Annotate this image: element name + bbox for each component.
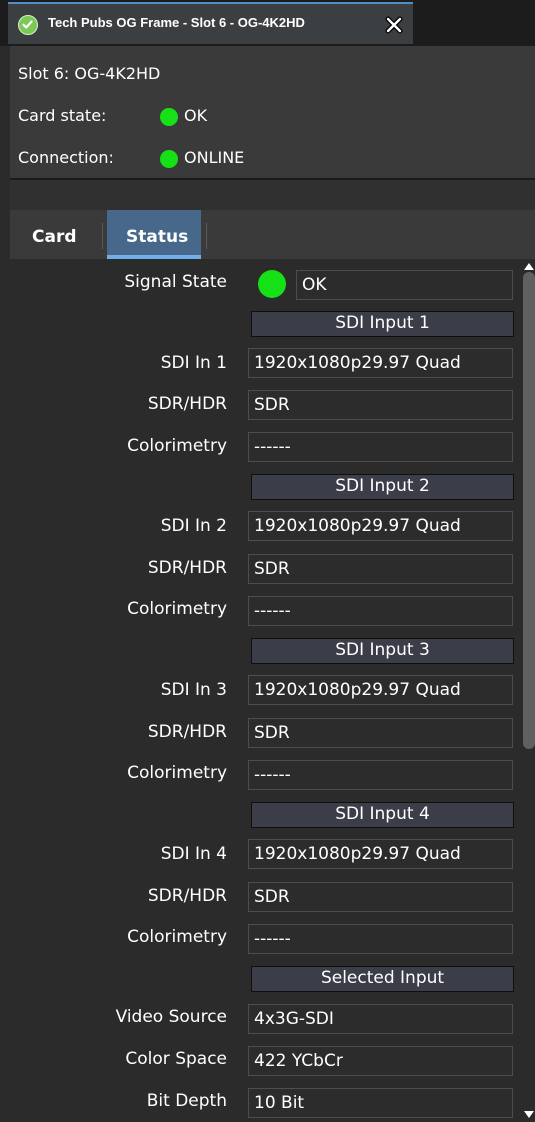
tab-status[interactable]: Status [107, 210, 201, 259]
section-header-sdi-input-2: SDI Input 2 [251, 474, 514, 500]
colorimetry-4-label: Colorimetry [127, 927, 227, 947]
sdi-in-1-label: SDI In 1 [160, 353, 227, 373]
sdr-hdr-2-field: SDR [248, 554, 513, 584]
document-tab-strip: Tech Pubs OG Frame - Slot 6 - OG-4K2HD [0, 0, 535, 46]
colorimetry-1-field: ------ [248, 432, 513, 462]
close-x-icon[interactable] [384, 15, 404, 35]
sdi-in-4-label: SDI In 4 [160, 844, 227, 864]
sdr-hdr-1-field: SDR [248, 390, 513, 420]
sdi-in-3-label: SDI In 3 [160, 680, 227, 700]
scroll-down-arrow-icon[interactable] [524, 1111, 534, 1118]
sdi-in-1-field: 1920x1080p29.97 Quad [248, 348, 513, 378]
card-state-indicator [160, 108, 178, 126]
colorimetry-2-label: Colorimetry [127, 599, 227, 619]
tab-title: Tech Pubs OG Frame - Slot 6 - OG-4K2HD [48, 15, 305, 30]
scroll-track[interactable] [523, 272, 535, 1109]
connection-label: Connection: [18, 148, 114, 167]
scroll-thumb[interactable] [523, 272, 535, 749]
card-info-panel: Slot 6: OG-4K2HD Card state: OK Connecti… [10, 46, 535, 180]
bit-depth-label: Bit Depth [146, 1091, 227, 1111]
bit-depth-field: 10 Bit [248, 1088, 513, 1118]
sdi-in-2-label: SDI In 2 [160, 516, 227, 536]
scroll-up-arrow-icon[interactable] [524, 263, 534, 270]
sdr-hdr-4-field: SDR [248, 882, 513, 912]
panel-divider [10, 180, 535, 210]
video-source-field: 4x3G-SDI [248, 1004, 513, 1034]
colorimetry-4-field: ------ [248, 924, 513, 954]
tab-separator [206, 223, 207, 249]
colorimetry-3-label: Colorimetry [127, 763, 227, 783]
sdr-hdr-3-label: SDR/HDR [147, 722, 227, 742]
colorimetry-3-field: ------ [248, 760, 513, 790]
tab-status-label: Status [126, 227, 189, 247]
section-header-selected-input: Selected Input [251, 966, 514, 992]
section-header-sdi-input-4: SDI Input 4 [251, 802, 514, 828]
video-source-label: Video Source [115, 1007, 227, 1027]
section-header-sdi-input-3: SDI Input 3 [251, 638, 514, 664]
signal-state-indicator [258, 270, 286, 298]
sdr-hdr-2-label: SDR/HDR [147, 558, 227, 578]
card-window: Tech Pubs OG Frame - Slot 6 - OG-4K2HD S… [0, 0, 535, 1122]
sdi-in-4-field: 1920x1080p29.97 Quad [248, 839, 513, 869]
section-header-sdi-input-1: SDI Input 1 [251, 311, 514, 337]
sdi-in-3-field: 1920x1080p29.97 Quad [248, 675, 513, 705]
signal-state-label: Signal State [124, 272, 227, 292]
color-space-field: 422 YCbCr [248, 1046, 513, 1076]
colorimetry-1-label: Colorimetry [127, 436, 227, 456]
signal-state-field: OK [296, 270, 513, 300]
connection-indicator [160, 150, 178, 168]
colorimetry-2-field: ------ [248, 596, 513, 626]
sdr-hdr-3-field: SDR [248, 718, 513, 748]
sdr-hdr-4-label: SDR/HDR [147, 886, 227, 906]
connection-value: ONLINE [184, 148, 245, 167]
tab-separator [102, 223, 103, 249]
slot-title: Slot 6: OG-4K2HD [18, 64, 161, 83]
color-space-label: Color Space [125, 1049, 227, 1069]
tab-card[interactable]: Card [32, 227, 77, 247]
card-state-label: Card state: [18, 106, 107, 125]
check-circle-icon [18, 15, 38, 35]
sdi-in-2-field: 1920x1080p29.97 Quad [248, 511, 513, 541]
status-content: Signal State OK SDI Input 1 SDI In 1 192… [10, 259, 523, 1122]
card-state-value: OK [184, 106, 208, 125]
page-tab-bar: Card Status [10, 210, 535, 259]
vertical-scrollbar[interactable] [523, 259, 535, 1122]
sdr-hdr-1-label: SDR/HDR [147, 394, 227, 414]
document-tab[interactable]: Tech Pubs OG Frame - Slot 6 - OG-4K2HD [8, 2, 413, 44]
